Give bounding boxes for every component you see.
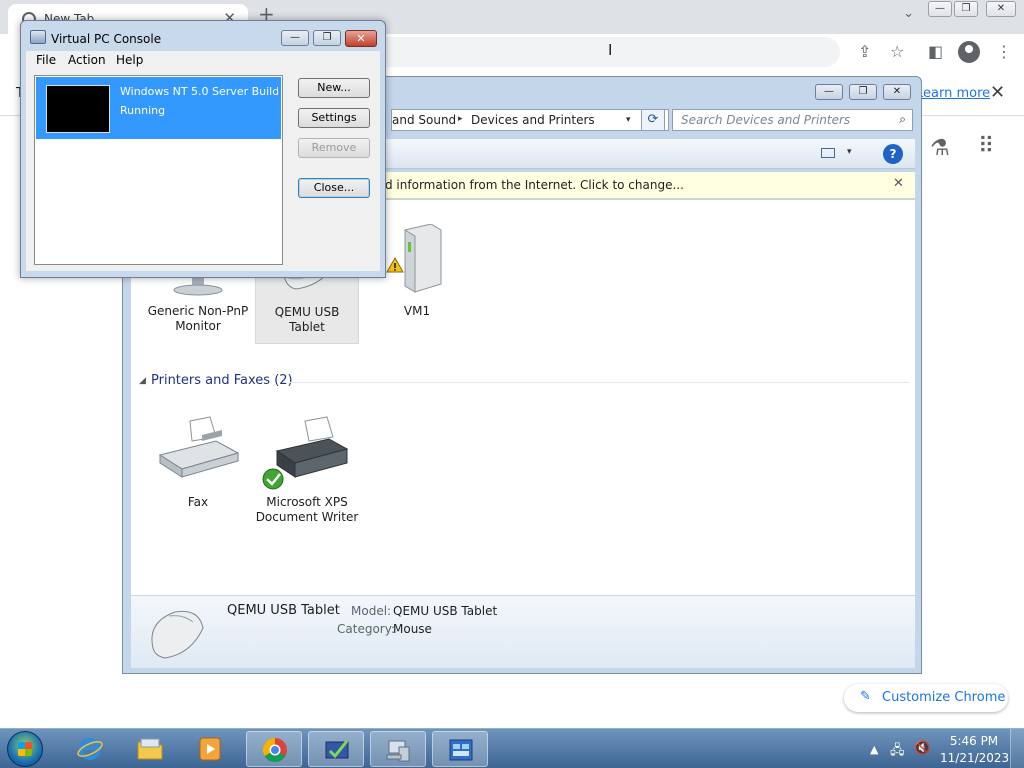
- chrome-restore-button[interactable]: ❐: [954, 1, 978, 17]
- customize-chrome-label: Customize Chrome: [882, 690, 1006, 705]
- learn-more-link[interactable]: Learn more: [916, 86, 990, 101]
- breadcrumb-hardware-and-sound[interactable]: and Sound: [392, 113, 456, 127]
- view-options-icon[interactable]: [821, 148, 835, 158]
- device-label: Generic Non-PnP Monitor: [147, 304, 249, 333]
- refresh-button[interactable]: ⟳: [641, 109, 665, 131]
- computer-icon: [386, 740, 410, 762]
- taskbar-virtual-pc-console[interactable]: [370, 731, 426, 767]
- taskbar-media-player[interactable]: [182, 731, 238, 767]
- address-dropdown-icon[interactable]: ▾: [626, 115, 631, 125]
- search-devices-input[interactable]: Search Devices and Printers ⌕: [672, 109, 913, 131]
- help-icon[interactable]: ?: [883, 144, 903, 164]
- chrome-minimize-button[interactable]: —: [928, 1, 952, 17]
- vpc-maximize-button[interactable]: ❐: [313, 30, 341, 46]
- printer-microsoft-xps-document-writer[interactable]: Microsoft XPS Document Writer: [255, 415, 359, 525]
- media-player-icon: [199, 737, 221, 761]
- side-panel-icon[interactable]: ◧: [928, 42, 943, 61]
- menu-file[interactable]: File: [36, 53, 56, 67]
- search-placeholder: Search Devices and Printers: [681, 113, 851, 127]
- taskbar: ▲ 🖧 🔇 5:46 PM 11/21/2023: [0, 728, 1024, 768]
- show-hidden-icons-arrow[interactable]: ▲: [870, 743, 878, 756]
- virtual-machine-list[interactable]: Windows NT 5.0 Server Build 1... Running: [34, 75, 283, 265]
- explorer-maximize-button[interactable]: ❐: [849, 84, 877, 100]
- device-label: Microsoft XPS Document Writer: [255, 495, 359, 524]
- omnibox[interactable]: [330, 37, 840, 67]
- start-button[interactable]: [7, 731, 43, 767]
- chrome-menu-icon[interactable]: ⋮: [996, 42, 1012, 61]
- share-icon[interactable]: ⇪: [858, 42, 871, 61]
- bookmark-star-icon[interactable]: ☆: [890, 42, 904, 61]
- notification-message: d information from the Internet. Click t…: [385, 178, 684, 192]
- details-model-label: Model:: [351, 604, 392, 618]
- taskbar-devices-and-printers[interactable]: [432, 731, 488, 767]
- vm-list-item[interactable]: Windows NT 5.0 Server Build 1... Running: [36, 77, 281, 139]
- close-button[interactable]: Close...: [298, 178, 370, 198]
- selected-device-mouse-icon: [145, 604, 209, 662]
- breadcrumb-devices-and-printers[interactable]: Devices and Printers: [471, 113, 595, 127]
- vpc-close-button[interactable]: ✕: [345, 30, 377, 47]
- volume-muted-icon[interactable]: 🔇: [914, 741, 930, 756]
- device-label: Fax: [187, 495, 209, 509]
- internet-explorer-icon: [77, 738, 103, 760]
- show-desktop-button[interactable]: [1010, 729, 1024, 768]
- details-device-name: QEMU USB Tablet: [227, 603, 340, 618]
- apps-grid-icon[interactable]: ⠿: [978, 134, 994, 159]
- chrome-icon: [262, 738, 287, 763]
- details-category-label: Category:: [337, 622, 395, 636]
- address-bar[interactable]: and Sound ▸ Devices and Printers ▾: [391, 109, 669, 131]
- taskbar-windows-explorer[interactable]: [122, 731, 178, 767]
- breadcrumb-separator-icon[interactable]: ▸: [458, 114, 463, 124]
- vm-status: Running: [120, 104, 166, 117]
- explorer-minimize-button[interactable]: —: [815, 84, 843, 100]
- customize-chrome-button[interactable]: ✎ Customize Chrome: [844, 684, 1008, 712]
- window-title: Virtual PC Console: [51, 32, 162, 46]
- tab-search-button[interactable]: ⌄: [903, 6, 914, 21]
- new-button[interactable]: New...: [298, 78, 370, 98]
- group-title: Printers and Faxes (2): [151, 373, 293, 388]
- remove-button[interactable]: Remove: [298, 138, 370, 158]
- folder-icon: [137, 738, 163, 760]
- explorer-close-button[interactable]: ✕: [883, 84, 911, 100]
- details-model-value: QEMU USB Tablet: [393, 604, 498, 618]
- printer-icon: [255, 415, 359, 491]
- virtual-pc-app-icon: [30, 30, 46, 44]
- settings-button[interactable]: Settings: [298, 108, 370, 128]
- printer-fax[interactable]: Fax: [146, 415, 250, 510]
- vpc-minimize-button[interactable]: —: [281, 30, 309, 46]
- network-icon[interactable]: 🖧: [890, 741, 905, 763]
- pencil-icon: ✎: [860, 689, 871, 704]
- labs-flask-icon[interactable]: ⚗: [930, 136, 950, 161]
- vm-thumbnail: [46, 85, 110, 133]
- printers-and-faxes-group-header[interactable]: ◢ Printers and Faxes (2): [139, 372, 911, 394]
- virtual-pc-icon: [325, 740, 349, 759]
- taskbar-google-chrome[interactable]: [246, 731, 302, 767]
- view-dropdown-icon[interactable]: ▾: [847, 147, 852, 157]
- device-label: QEMU USB Tablet: [274, 305, 340, 334]
- chrome-close-button[interactable]: ✕: [986, 1, 1016, 17]
- fax-icon: [146, 415, 250, 491]
- profile-avatar-icon[interactable]: [958, 41, 980, 63]
- vpc-body: Windows NT 5.0 Server Build 1... Running…: [26, 71, 380, 271]
- virtual-pc-console-window: Virtual PC Console — ❐ ✕ File Action Hel…: [20, 20, 386, 278]
- taskbar-clock-time[interactable]: 5:46 PM: [944, 734, 1004, 748]
- taskbar-internet-explorer[interactable]: [62, 731, 118, 767]
- details-pane: QEMU USB Tablet Model: QEMU USB Tablet C…: [131, 596, 915, 668]
- group-divider: [289, 382, 909, 383]
- text-cursor-icon: I: [608, 41, 613, 59]
- taskbar-clock-date[interactable]: 11/21/2023: [940, 751, 1009, 765]
- menu-help[interactable]: Help: [116, 53, 143, 67]
- notification-close-icon[interactable]: ✕: [893, 176, 904, 191]
- search-icon[interactable]: ⌕: [899, 112, 906, 127]
- device-label: VM1: [403, 304, 431, 318]
- collapse-group-icon[interactable]: ◢: [139, 376, 146, 386]
- control-panel-icon: [449, 739, 473, 761]
- menu-action[interactable]: Action: [68, 53, 106, 67]
- taskbar-virtual-pc-app[interactable]: [308, 731, 364, 767]
- menu-bar: File Action Help: [26, 51, 380, 71]
- infobar-close-icon[interactable]: ✕: [990, 82, 1005, 103]
- details-category-value: Mouse: [393, 622, 432, 636]
- vm-name: Windows NT 5.0 Server Build 1...: [120, 85, 278, 98]
